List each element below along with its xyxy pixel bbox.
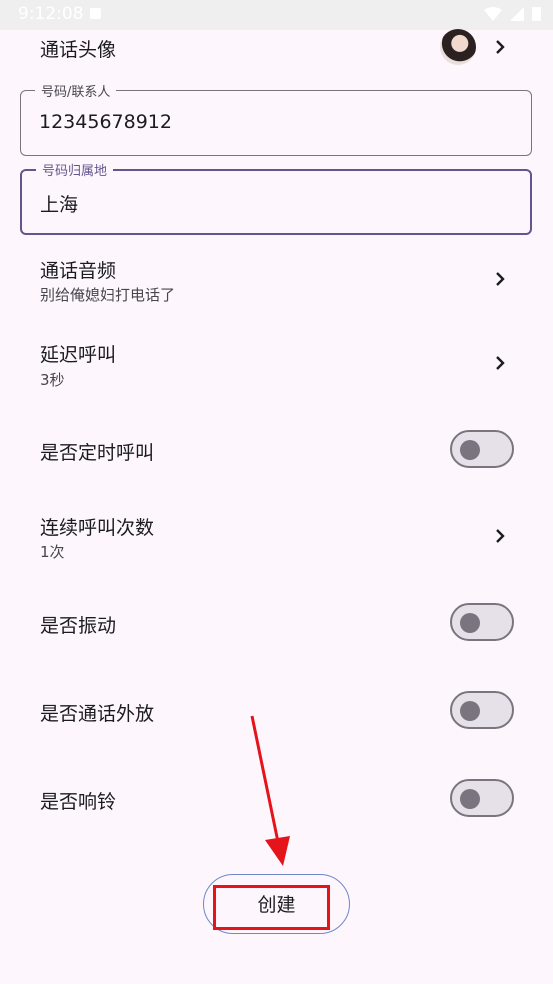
vibrate-row: 是否振动 bbox=[0, 603, 553, 643]
avatar[interactable] bbox=[440, 29, 476, 65]
repeat-count-title: 连续呼叫次数 bbox=[40, 517, 155, 539]
chevron-right-icon bbox=[491, 270, 509, 288]
ring-switch[interactable] bbox=[450, 779, 514, 817]
call-audio-subtitle: 别给俺媳妇打电话了 bbox=[40, 286, 176, 304]
location-label: 号码归属地 bbox=[36, 160, 114, 179]
phone-contact-field[interactable]: 号码/联系人 12345678912 bbox=[20, 81, 532, 156]
status-bar: 9:12:08 bbox=[0, 0, 553, 30]
timed-call-switch[interactable] bbox=[450, 430, 514, 468]
call-audio-row[interactable]: 通话音频 别给俺媳妇打电话了 bbox=[0, 250, 553, 310]
switch-knob bbox=[460, 440, 480, 460]
battery-icon bbox=[532, 7, 541, 21]
avatar-row-label: 通话头像 bbox=[40, 39, 117, 61]
status-icons bbox=[484, 6, 541, 21]
phone-contact-label: 号码/联系人 bbox=[35, 81, 117, 100]
create-button[interactable]: 创建 bbox=[203, 874, 350, 934]
signal-icon bbox=[510, 6, 524, 21]
chevron-right-icon bbox=[491, 38, 509, 56]
status-time: 9:12:08 bbox=[18, 4, 84, 24]
speaker-row: 是否通话外放 bbox=[0, 691, 553, 731]
timed-call-title: 是否定时呼叫 bbox=[40, 442, 155, 464]
chevron-right-icon bbox=[491, 354, 509, 372]
speaker-title: 是否通话外放 bbox=[40, 703, 155, 725]
ring-title: 是否响铃 bbox=[40, 791, 117, 813]
switch-knob bbox=[460, 613, 480, 633]
notification-icon bbox=[90, 8, 101, 19]
phone-contact-value: 12345678912 bbox=[39, 111, 172, 133]
vibrate-switch[interactable] bbox=[450, 603, 514, 641]
switch-knob bbox=[460, 701, 480, 721]
delay-call-row[interactable]: 延迟呼叫 3秒 bbox=[0, 334, 553, 394]
location-value: 上海 bbox=[40, 194, 79, 216]
create-button-label: 创建 bbox=[257, 894, 296, 916]
delay-call-subtitle: 3秒 bbox=[40, 371, 65, 389]
repeat-count-row[interactable]: 连续呼叫次数 1次 bbox=[0, 507, 553, 567]
delay-call-title: 延迟呼叫 bbox=[40, 344, 117, 366]
switch-knob bbox=[460, 789, 480, 809]
location-field[interactable]: 号码归属地 上海 bbox=[20, 160, 532, 235]
chevron-right-icon bbox=[491, 527, 509, 545]
repeat-count-subtitle: 1次 bbox=[40, 543, 65, 561]
timed-call-row: 是否定时呼叫 bbox=[0, 430, 553, 470]
call-audio-title: 通话音频 bbox=[40, 260, 117, 282]
avatar-row[interactable]: 通话头像 bbox=[0, 29, 553, 66]
vibrate-title: 是否振动 bbox=[40, 615, 117, 637]
speaker-switch[interactable] bbox=[450, 691, 514, 729]
ring-row: 是否响铃 bbox=[0, 779, 553, 819]
wifi-icon bbox=[484, 6, 502, 21]
